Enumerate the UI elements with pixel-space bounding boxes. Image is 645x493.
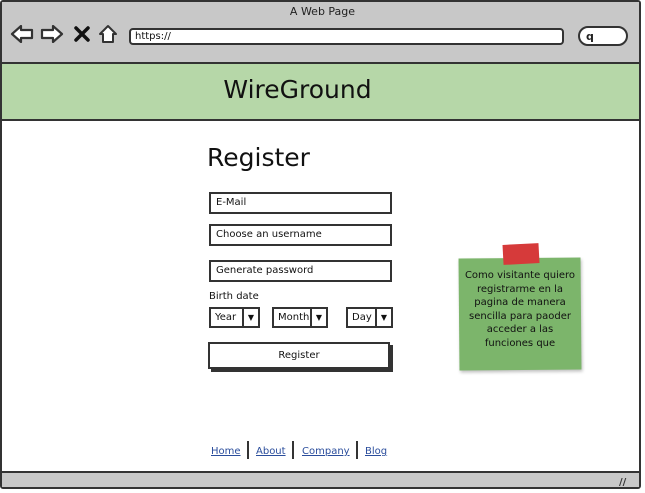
- year-select[interactable]: Year ▼: [209, 307, 260, 328]
- sticky-note-tape: [502, 243, 540, 265]
- window-title: A Web Page: [289, 5, 356, 18]
- footer-divider: [292, 441, 294, 459]
- site-brand: WireGround: [223, 75, 372, 104]
- resize-grip-icon[interactable]: //: [619, 477, 626, 488]
- chevron-down-icon: ▼: [242, 309, 258, 326]
- close-icon[interactable]: [71, 21, 93, 47]
- forward-arrow-icon[interactable]: [39, 21, 65, 47]
- home-icon[interactable]: [96, 21, 120, 47]
- chevron-down-icon: ▼: [310, 309, 326, 326]
- email-field[interactable]: E-Mail: [209, 192, 392, 214]
- month-select[interactable]: Month ▼: [272, 307, 328, 328]
- browser-search-box[interactable]: q: [578, 26, 628, 46]
- footer-divider: [247, 441, 249, 459]
- year-select-value: Year: [215, 312, 237, 323]
- back-arrow-icon[interactable]: [9, 21, 35, 47]
- password-field[interactable]: Generate password: [209, 260, 392, 282]
- sticky-note-text: Como visitante quiero registrarme en la …: [464, 270, 576, 349]
- footer-link-company[interactable]: Company: [302, 446, 350, 457]
- day-select[interactable]: Day ▼: [346, 307, 393, 328]
- month-select-value: Month: [278, 312, 310, 323]
- username-field[interactable]: Choose an username: [209, 224, 392, 246]
- page-title: Register: [207, 143, 310, 172]
- search-icon: q: [586, 30, 594, 43]
- address-bar[interactable]: https://: [129, 28, 564, 45]
- footer-divider: [356, 441, 358, 459]
- footer-link-about[interactable]: About: [256, 446, 286, 457]
- day-select-value: Day: [352, 312, 372, 323]
- footer-link-blog[interactable]: Blog: [365, 446, 387, 457]
- birth-date-label: Birth date: [209, 291, 259, 302]
- register-button[interactable]: Register: [208, 342, 390, 369]
- status-bar: [2, 471, 639, 487]
- chevron-down-icon: ▼: [375, 309, 391, 326]
- footer-link-home[interactable]: Home: [211, 446, 241, 457]
